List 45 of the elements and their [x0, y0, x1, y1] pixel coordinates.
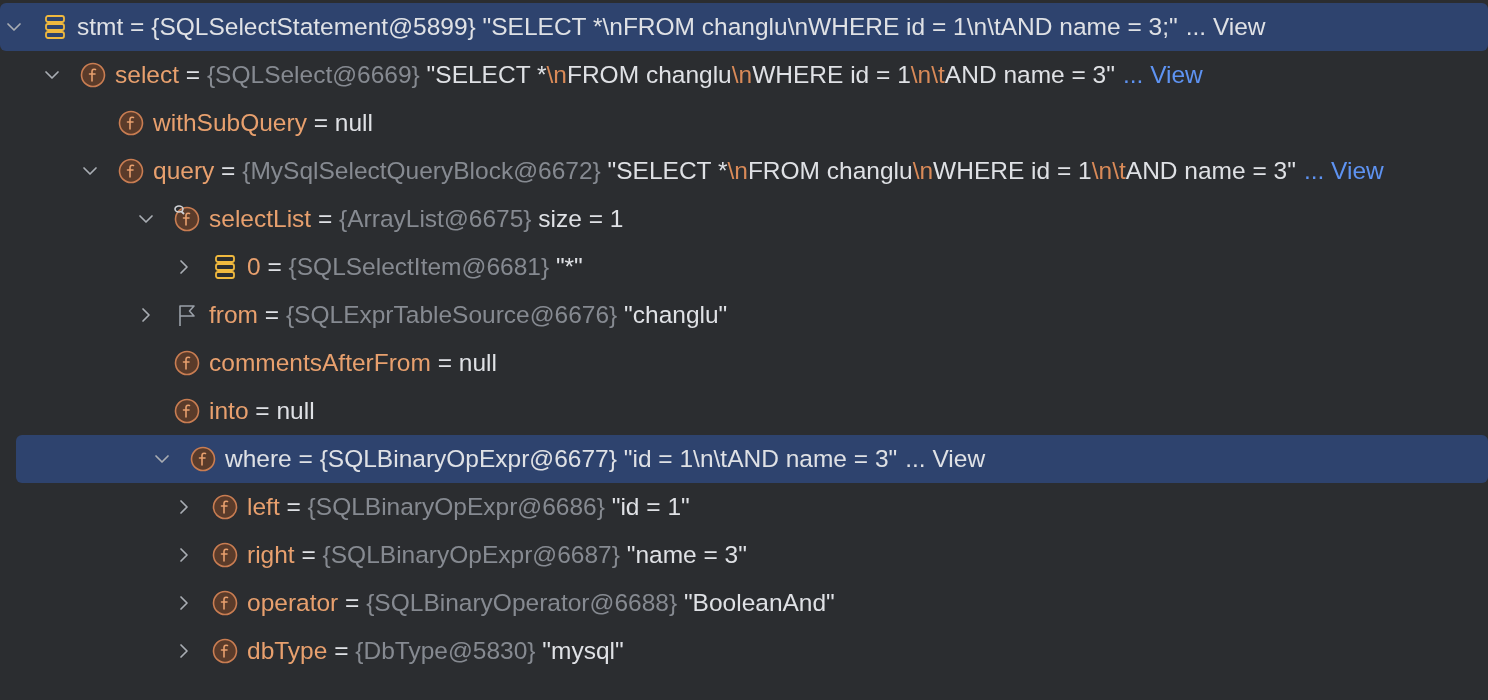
field-icon — [80, 62, 106, 88]
tree-row[interactable]: dbType = {DbType@5830} "mysql" — [0, 627, 1488, 675]
variable-text: stmt = {SQLSelectStatement@5899} "SELECT *\nFROM changlu\nWHERE id = 1\n\tAND name = 3;" — [77, 13, 1178, 41]
variable-text: commentsAfterFrom = null — [209, 349, 497, 377]
tree-row[interactable]: right = {SQLBinaryOpExpr@6687} "name = 3" — [0, 531, 1488, 579]
field-icon — [212, 590, 238, 616]
tree-row[interactable]: where = {SQLBinaryOpExpr@6677} "id = 1\n\tAND name = 3" ... View — [16, 435, 1488, 483]
tree-row[interactable]: query = {MySqlSelectQueryBlock@6672} "SELECT *\nFROM changlu\nWHERE id = 1\n\tAND name = 3" ... View — [0, 147, 1488, 195]
stack-icon — [42, 14, 68, 40]
field-icon — [118, 110, 144, 136]
stack-icon — [212, 254, 238, 280]
variable-text: from = {SQLExprTableSource@6676} "changlu" — [209, 301, 728, 329]
variable-text: right = {SQLBinaryOpExpr@6687} "name = 3" — [247, 541, 747, 569]
tree-row[interactable]: 0 = {SQLSelectItem@6681} "*" — [0, 243, 1488, 291]
view-link[interactable]: ... View — [1185, 13, 1266, 41]
tree-row[interactable]: from = {SQLExprTableSource@6676} "changlu" — [0, 291, 1488, 339]
tree-row[interactable]: select = {SQLSelect@6669} "SELECT *\nFROM changlu\nWHERE id = 1\n\tAND name = 3" ... View — [0, 51, 1488, 99]
variable-text: 0 = {SQLSelectItem@6681} "*" — [247, 253, 583, 281]
field-icon — [212, 494, 238, 520]
field-icon — [174, 398, 200, 424]
variable-text: selectList = {ArrayList@6675} size = 1 — [209, 205, 624, 233]
field-icon — [212, 542, 238, 568]
variable-text: into = null — [209, 397, 315, 425]
tree-row[interactable]: selectList = {ArrayList@6675} size = 1 — [0, 195, 1488, 243]
field-icon — [118, 158, 144, 184]
tree-row[interactable]: commentsAfterFrom = null — [0, 339, 1488, 387]
variable-text: query = {MySqlSelectQueryBlock@6672} "SELECT *\nFROM changlu\nWHERE id = 1\n\tAND name = 3" — [153, 157, 1296, 185]
variable-text: operator = {SQLBinaryOperator@6688} "BooleanAnd" — [247, 589, 835, 617]
tree-row[interactable]: withSubQuery = null — [0, 99, 1488, 147]
variable-text: dbType = {DbType@5830} "mysql" — [247, 637, 624, 665]
tree-row[interactable]: stmt = {SQLSelectStatement@5899} "SELECT *\nFROM changlu\nWHERE id = 1\n\tAND name = 3;" ... View — [0, 3, 1488, 51]
tree-row[interactable]: operator = {SQLBinaryOperator@6688} "BooleanAnd" — [0, 579, 1488, 627]
tree-row[interactable]: into = null — [0, 387, 1488, 435]
variable-text: left = {SQLBinaryOpExpr@6686} "id = 1" — [247, 493, 690, 521]
field-icon — [190, 446, 216, 472]
variable-text: withSubQuery = null — [153, 109, 373, 137]
view-link[interactable]: ... View — [905, 445, 986, 473]
field-icon — [174, 206, 200, 232]
tree-row[interactable]: left = {SQLBinaryOpExpr@6686} "id = 1" — [0, 483, 1488, 531]
view-link[interactable]: ... View — [1122, 61, 1203, 89]
variable-text: where = {SQLBinaryOpExpr@6677} "id = 1\n\tAND name = 3" — [225, 445, 898, 473]
variable-text: select = {SQLSelect@6669} "SELECT *\nFROM changlu\nWHERE id = 1\n\tAND name = 3" — [115, 61, 1115, 89]
field-icon — [212, 638, 238, 664]
field-icon — [174, 350, 200, 376]
view-link[interactable]: ... View — [1303, 157, 1384, 185]
